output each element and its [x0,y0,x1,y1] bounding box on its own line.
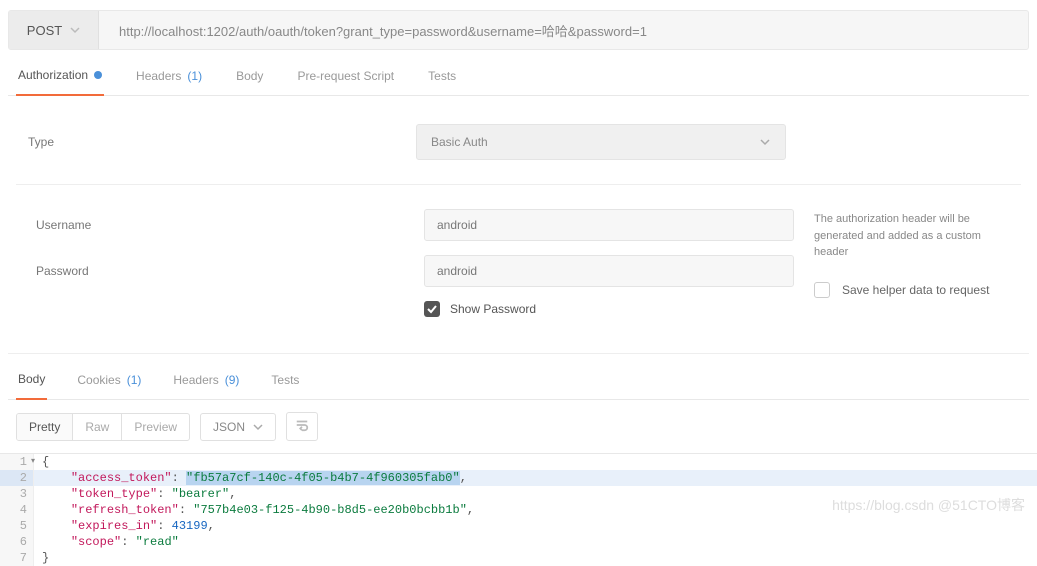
wrap-lines-button[interactable] [286,412,318,441]
json-value: "fb57a7cf-140c-4f05-b4b7-4f960305fab0" [186,471,460,485]
auth-panel: Type Basic Auth Username Password Show P… [8,96,1029,337]
save-helper-label: Save helper data to request [842,281,989,299]
auth-type-select[interactable]: Basic Auth [416,124,786,160]
save-helper-checkbox[interactable] [814,282,830,298]
request-tabs: Authorization Headers (1) Body Pre-reque… [8,50,1029,96]
resp-tab-cookies-label: Cookies [77,373,120,387]
check-icon [427,304,437,314]
tab-prerequest[interactable]: Pre-request Script [295,68,396,95]
resp-tab-cookies[interactable]: Cookies (1) [75,372,143,399]
tab-tests[interactable]: Tests [426,68,458,95]
password-label: Password [24,264,424,278]
username-row: Username [24,209,814,241]
tab-body-label: Body [236,69,263,83]
json-key: "refresh_token" [71,503,179,517]
json-key: "expires_in" [71,519,157,533]
format-select-label: JSON [213,420,245,434]
http-method-select[interactable]: POST [9,11,99,49]
auth-info-panel: The authorization header will be generat… [814,209,1013,317]
json-key: "scope" [71,535,121,549]
resp-tab-headers-label: Headers [173,373,218,387]
resp-tab-tests[interactable]: Tests [269,372,301,399]
json-value: 43199 [172,519,208,533]
raw-button[interactable]: Raw [72,414,121,440]
password-row: Password [24,255,814,287]
json-value: "757b4e03-f125-4b90-b8d5-ee20b0bcbb1b" [193,503,467,517]
request-url-bar: POST [8,10,1029,50]
json-value: "read" [136,535,179,549]
response-toolbar: Pretty Raw Preview JSON [0,400,1037,453]
tab-tests-label: Tests [428,69,456,83]
save-helper-row: Save helper data to request [814,281,1013,299]
format-select[interactable]: JSON [200,413,276,441]
show-password-checkbox[interactable] [424,301,440,317]
tab-authorization[interactable]: Authorization [16,68,104,96]
tab-headers-label: Headers [136,69,181,83]
wrap-icon [295,418,309,432]
resp-tab-cookies-count: (1) [127,373,142,387]
dot-icon [94,71,102,79]
chevron-down-icon [253,422,263,432]
response-tabs: Body Cookies (1) Headers (9) Tests [8,353,1029,400]
json-key: "access_token" [71,471,172,485]
username-label: Username [24,218,424,232]
http-method-label: POST [27,23,62,38]
json-key: "token_type" [71,487,157,501]
tab-headers-count: (1) [187,69,202,83]
username-field[interactable] [424,209,794,241]
show-password-label: Show Password [450,302,536,316]
auth-type-label: Type [16,135,416,149]
password-field[interactable] [424,255,794,287]
auth-type-value: Basic Auth [431,135,488,149]
tab-body[interactable]: Body [234,68,265,95]
request-url-input[interactable] [99,11,1028,49]
resp-tab-body-label: Body [18,372,45,386]
tab-authorization-label: Authorization [18,68,88,82]
pretty-button[interactable]: Pretty [17,414,72,440]
auth-form-left: Username Password Show Password [24,209,814,317]
resp-tab-body[interactable]: Body [16,372,47,400]
resp-tab-headers-count: (9) [225,373,240,387]
resp-tab-tests-label: Tests [271,373,299,387]
auth-type-row: Type Basic Auth [16,116,1021,185]
view-mode-segment: Pretty Raw Preview [16,413,190,441]
tab-prerequest-label: Pre-request Script [297,69,394,83]
show-password-row: Show Password [24,301,814,317]
chevron-down-icon [70,25,80,35]
auth-info-text: The authorization header will be generat… [814,211,1013,261]
json-value: "bearer" [172,487,230,501]
resp-tab-headers[interactable]: Headers (9) [171,372,241,399]
response-body-viewer[interactable]: 1▾{ 2 "access_token": "fb57a7cf-140c-4f0… [0,453,1037,566]
chevron-down-icon [759,136,771,148]
auth-form-area: Username Password Show Password The auth… [16,185,1021,317]
tab-headers[interactable]: Headers (1) [134,68,204,95]
preview-button[interactable]: Preview [121,414,189,440]
